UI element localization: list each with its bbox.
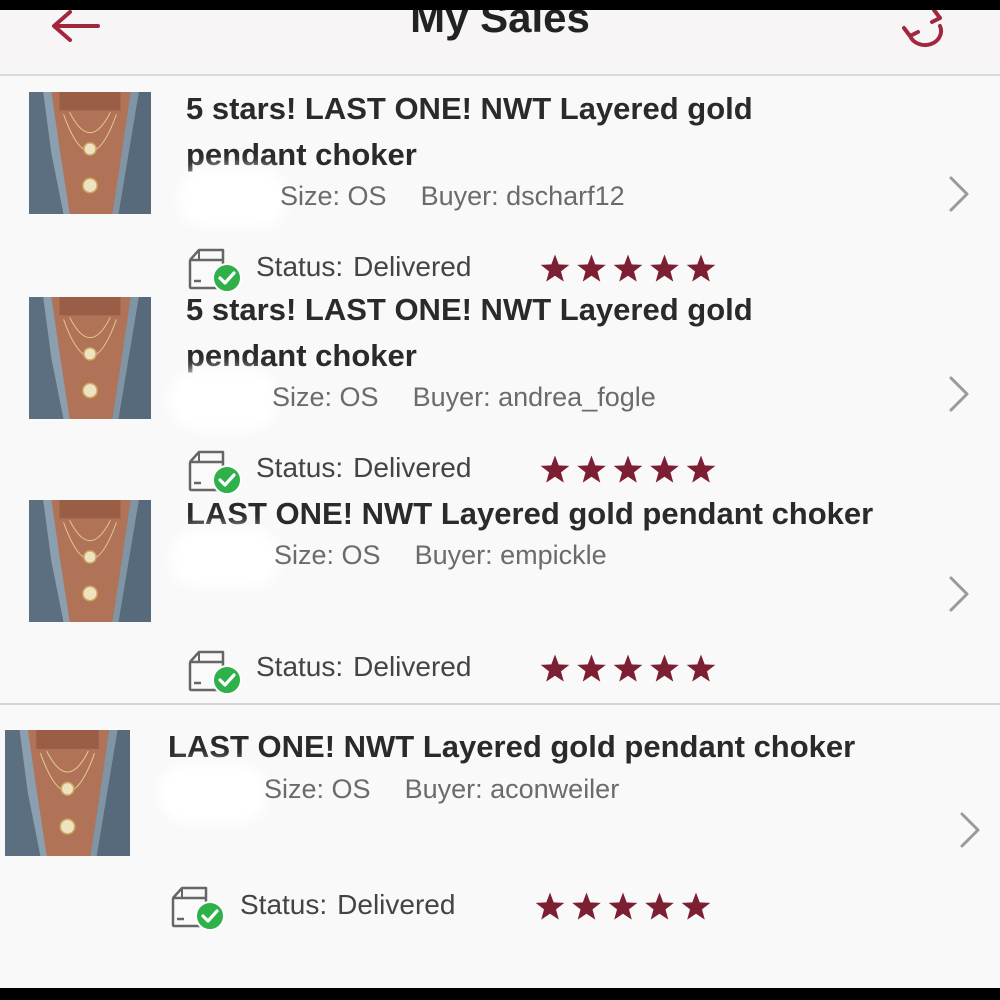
chevron-right-icon[interactable] — [957, 810, 983, 850]
buyer-label: Buyer: — [412, 382, 491, 412]
star-icon — [540, 254, 570, 282]
product-thumbnail — [29, 500, 151, 622]
star-icon — [535, 892, 565, 920]
star-icon — [613, 455, 643, 483]
status-text: Status: Delivered — [240, 889, 455, 921]
status-text: Status: Delivered — [256, 651, 471, 683]
page-title: My Sales — [410, 10, 590, 41]
delivered-box-icon — [187, 648, 243, 696]
product-thumbnail — [5, 730, 130, 856]
sale-title: LAST ONE! NWT Layered gold pendant choke… — [186, 496, 874, 531]
star-icon — [577, 654, 606, 682]
delivered-box-icon — [170, 884, 226, 932]
rating-stars — [540, 454, 716, 486]
size-value: OS — [339, 382, 379, 412]
star-icon — [613, 654, 643, 682]
status-value: Delivered — [353, 651, 472, 682]
star-icon — [650, 654, 679, 682]
star-icon — [650, 254, 679, 282]
star-icon — [681, 892, 711, 920]
status-label: Status: — [256, 251, 344, 282]
status-text: Status: Delivered — [256, 452, 471, 484]
price-redacted — [180, 538, 270, 578]
sale-title: LAST ONE! NWT Layered gold pendant choke… — [168, 729, 856, 764]
star-icon — [686, 254, 716, 282]
star-icon — [686, 455, 716, 483]
size-value: OS — [331, 774, 371, 804]
star-icon — [540, 455, 570, 483]
status-label: Status: — [240, 889, 328, 920]
status-value: Delivered — [353, 251, 472, 282]
sale-meta: Size: OS Buyer: aconweiler — [264, 774, 619, 805]
sale-title: 5 stars! LAST ONE! NWT Layered gold pend… — [186, 292, 753, 373]
status-label: Status: — [256, 452, 344, 483]
chevron-right-icon[interactable] — [946, 374, 972, 414]
status-text: Status: Delivered — [256, 251, 471, 283]
rating-stars — [540, 253, 716, 285]
chevron-right-icon[interactable] — [946, 174, 972, 214]
size-value: OS — [347, 181, 387, 211]
size-value: OS — [341, 540, 381, 570]
product-thumbnail — [29, 92, 151, 214]
size-label: Size: — [264, 774, 325, 804]
buyer-value: empickle — [500, 540, 607, 570]
status-value: Delivered — [337, 889, 456, 920]
buyer-value: aconweiler — [490, 774, 620, 804]
status-label: Status: — [256, 651, 344, 682]
price-redacted — [188, 178, 278, 218]
chevron-right-icon[interactable] — [946, 574, 972, 614]
size-label: Size: — [274, 540, 335, 570]
star-icon — [577, 455, 606, 483]
sale-title: 5 stars! LAST ONE! NWT Layered gold pend… — [186, 91, 753, 172]
star-icon — [572, 892, 601, 920]
buyer-label: Buyer: — [404, 774, 483, 804]
rating-stars — [540, 653, 716, 685]
sale-meta: Size: OS Buyer: dscharf12 — [280, 181, 625, 212]
buyer-label: Buyer: — [414, 540, 493, 570]
refresh-icon[interactable] — [898, 10, 952, 56]
star-icon — [608, 892, 638, 920]
buyer-label: Buyer: — [420, 181, 499, 211]
sale-meta: Size: OS Buyer: andrea_fogle — [272, 382, 656, 413]
delivered-box-icon — [187, 448, 243, 496]
size-label: Size: — [280, 181, 341, 211]
price-redacted — [168, 773, 258, 813]
star-icon — [613, 254, 643, 282]
sales-screen: My Sales 5 stars! LAST ONE! NWT Layered … — [0, 10, 1000, 988]
star-icon — [650, 455, 679, 483]
rating-stars — [535, 891, 711, 923]
buyer-value: dscharf12 — [506, 181, 625, 211]
star-icon — [686, 654, 716, 682]
price-redacted — [178, 380, 268, 420]
nav-bar: My Sales — [0, 10, 1000, 76]
status-value: Delivered — [353, 452, 472, 483]
star-icon — [540, 654, 570, 682]
buyer-value: andrea_fogle — [498, 382, 656, 412]
size-label: Size: — [272, 382, 333, 412]
star-icon — [645, 892, 674, 920]
star-icon — [577, 254, 606, 282]
sale-meta: Size: OS Buyer: empickle — [274, 540, 607, 571]
product-thumbnail — [29, 297, 151, 419]
section-divider — [0, 703, 1000, 705]
